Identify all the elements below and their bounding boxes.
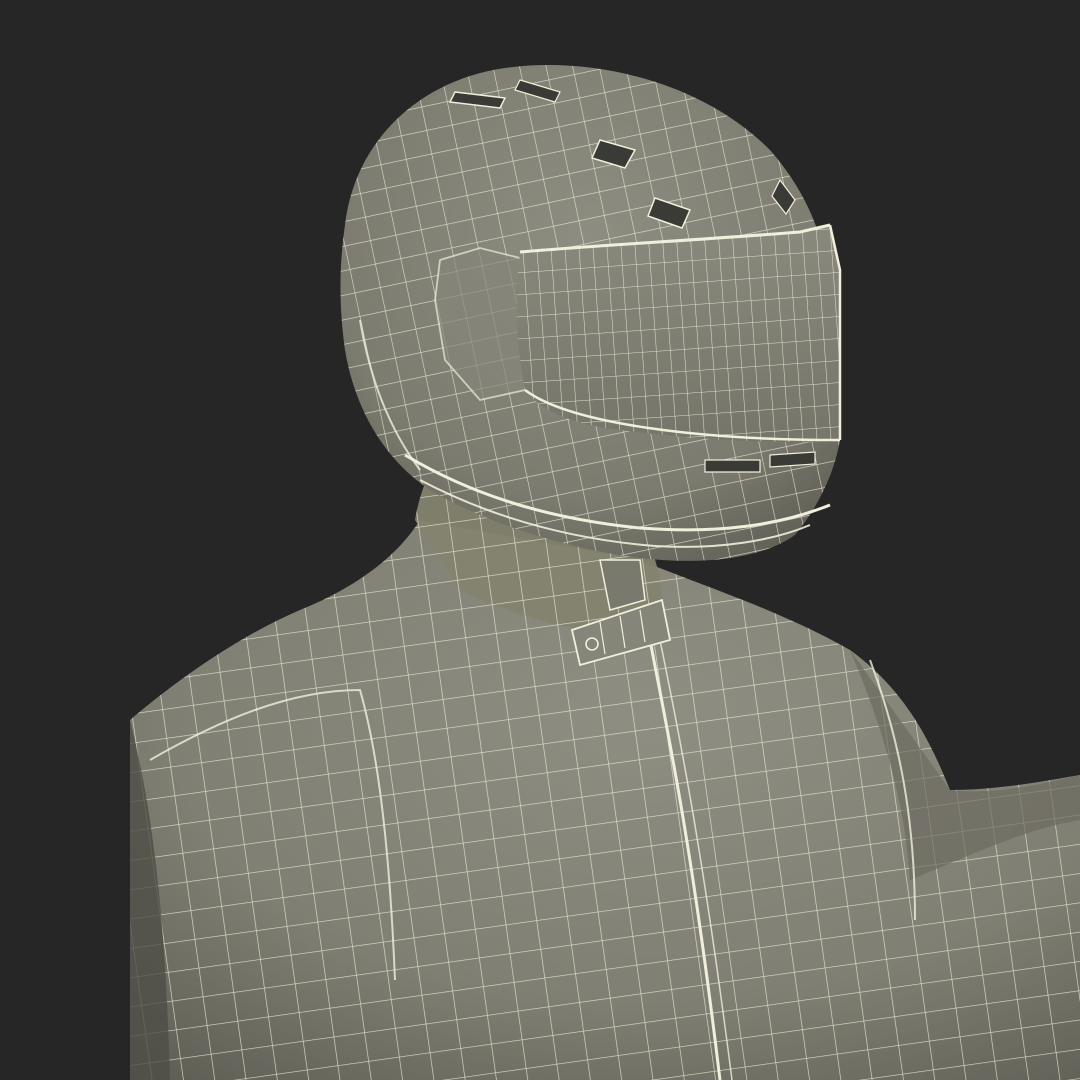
render-viewport <box>0 0 1080 1080</box>
wireframe-render <box>0 0 1080 1080</box>
